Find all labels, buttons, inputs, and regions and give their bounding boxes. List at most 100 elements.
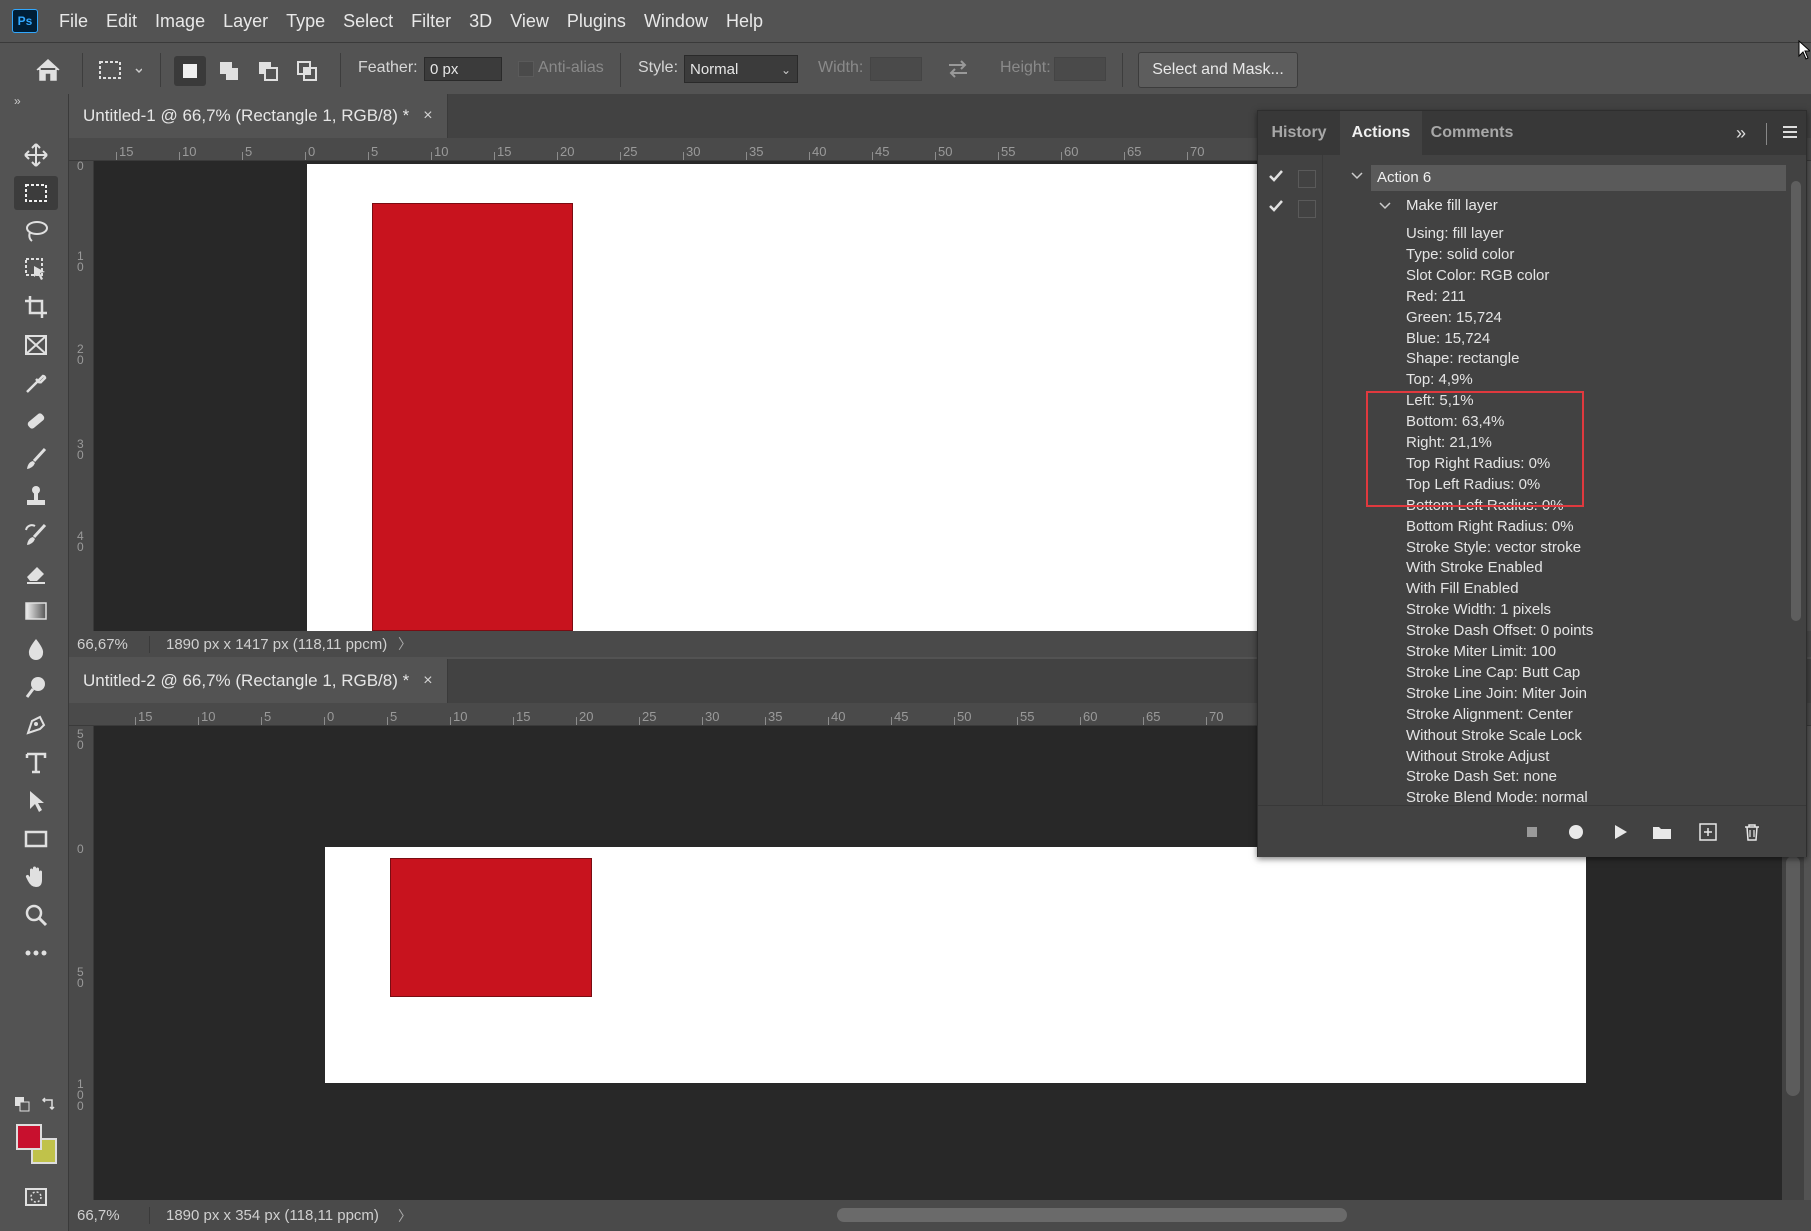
parameter-line[interactable]: Stroke Alignment: Center bbox=[1406, 706, 1573, 723]
tab-comments[interactable]: Comments bbox=[1422, 111, 1522, 155]
stop-icon[interactable] bbox=[1520, 820, 1544, 844]
menu-edit[interactable]: Edit bbox=[97, 0, 146, 42]
parameter-line[interactable]: Shape: rectangle bbox=[1406, 350, 1519, 367]
close-icon[interactable]: × bbox=[423, 107, 432, 125]
parameter-line[interactable]: Top: 4,9% bbox=[1406, 371, 1473, 388]
doc1-canvas[interactable] bbox=[307, 164, 1257, 631]
width-input[interactable] bbox=[870, 57, 922, 81]
zoom-tool-icon[interactable] bbox=[14, 898, 58, 932]
tab-actions[interactable]: Actions bbox=[1340, 111, 1422, 155]
type-tool-icon[interactable] bbox=[14, 746, 58, 780]
swap-colors-icon[interactable] bbox=[40, 1096, 56, 1117]
crop-tool-icon[interactable] bbox=[14, 290, 58, 324]
menu-plugins[interactable]: Plugins bbox=[558, 0, 635, 42]
foreground-color-swatch[interactable] bbox=[16, 1124, 42, 1150]
horizontal-scrollbar-thumb[interactable] bbox=[837, 1208, 1347, 1222]
photoshop-logo-icon[interactable]: Ps bbox=[12, 9, 38, 33]
dodge-tool-icon[interactable] bbox=[14, 670, 58, 704]
menu-type[interactable]: Type bbox=[277, 0, 334, 42]
doc2-tab[interactable]: Untitled-2 @ 66,7% (Rectangle 1, RGB/8) … bbox=[69, 659, 448, 703]
select-and-mask-button[interactable]: Select and Mask... bbox=[1138, 52, 1298, 88]
path-selection-tool-icon[interactable] bbox=[14, 784, 58, 818]
menu-help[interactable]: Help bbox=[717, 0, 772, 42]
checkmark-icon[interactable] bbox=[1268, 169, 1284, 188]
doc1-zoom-level[interactable]: 66,67% bbox=[69, 635, 150, 653]
style-select[interactable]: Normal ⌄ bbox=[684, 55, 798, 83]
object-selection-tool-icon[interactable] bbox=[14, 252, 58, 286]
new-selection-icon[interactable] bbox=[174, 56, 206, 86]
pen-tool-icon[interactable] bbox=[14, 708, 58, 742]
parameter-line[interactable]: With Fill Enabled bbox=[1406, 580, 1519, 597]
dialog-toggle-box[interactable] bbox=[1298, 200, 1316, 218]
scrollbar-thumb[interactable] bbox=[1786, 856, 1800, 1096]
feather-input[interactable]: 0 px bbox=[424, 57, 502, 81]
parameter-line[interactable]: Stroke Dash Set: none bbox=[1406, 768, 1557, 785]
brush-tool-icon[interactable] bbox=[14, 442, 58, 476]
menu-layer[interactable]: Layer bbox=[214, 0, 277, 42]
collapse-toolbox-icon[interactable]: » bbox=[14, 94, 21, 108]
parameter-line[interactable]: Stroke Line Join: Miter Join bbox=[1406, 685, 1587, 702]
parameter-line[interactable]: Type: solid color bbox=[1406, 246, 1514, 263]
healing-brush-tool-icon[interactable] bbox=[14, 404, 58, 438]
play-icon[interactable] bbox=[1608, 820, 1632, 844]
rectangular-marquee-tool-icon[interactable] bbox=[14, 176, 58, 210]
eyedropper-tool-icon[interactable] bbox=[14, 366, 58, 400]
panel-scrollbar[interactable] bbox=[1788, 161, 1804, 801]
parameter-line[interactable]: Stroke Width: 1 pixels bbox=[1406, 601, 1551, 618]
home-icon[interactable] bbox=[34, 57, 62, 88]
trash-icon[interactable] bbox=[1740, 820, 1764, 844]
parameter-line[interactable]: Stroke Miter Limit: 100 bbox=[1406, 643, 1556, 660]
chevron-down-icon[interactable] bbox=[1350, 169, 1364, 187]
checkmark-icon[interactable] bbox=[1268, 199, 1284, 218]
swap-width-height-icon[interactable] bbox=[946, 57, 970, 86]
clone-stamp-tool-icon[interactable] bbox=[14, 480, 58, 514]
parameter-line[interactable]: Using: fill layer bbox=[1406, 225, 1504, 242]
intersect-selection-icon[interactable] bbox=[291, 56, 323, 86]
parameter-line[interactable]: Stroke Style: vector stroke bbox=[1406, 539, 1581, 556]
add-to-selection-icon[interactable] bbox=[213, 56, 245, 86]
menu-3d[interactable]: 3D bbox=[460, 0, 501, 42]
new-action-icon[interactable] bbox=[1696, 820, 1720, 844]
rectangle-tool-icon[interactable] bbox=[14, 822, 58, 856]
expand-panel-icon[interactable]: » bbox=[1736, 123, 1746, 144]
quick-mask-icon[interactable] bbox=[14, 1180, 58, 1214]
chevron-down-icon[interactable] bbox=[1378, 199, 1392, 217]
doc1-red-rectangle[interactable] bbox=[372, 203, 573, 631]
subtract-from-selection-icon[interactable] bbox=[252, 56, 284, 86]
parameter-line[interactable]: Bottom Right Radius: 0% bbox=[1406, 518, 1574, 535]
menu-window[interactable]: Window bbox=[635, 0, 717, 42]
record-icon[interactable] bbox=[1564, 820, 1588, 844]
step-name[interactable]: Make fill layer bbox=[1406, 197, 1498, 214]
blur-tool-icon[interactable] bbox=[14, 632, 58, 666]
parameter-line[interactable]: Without Stroke Scale Lock bbox=[1406, 727, 1582, 744]
action-row[interactable]: Action 6 bbox=[1371, 165, 1786, 191]
parameter-line[interactable]: Green: 15,724 bbox=[1406, 309, 1502, 326]
menu-select[interactable]: Select bbox=[334, 0, 402, 42]
antialias-checkbox[interactable] bbox=[518, 61, 534, 77]
parameter-line[interactable]: Stroke Blend Mode: normal bbox=[1406, 789, 1588, 805]
parameter-line[interactable]: Blue: 15,724 bbox=[1406, 330, 1490, 347]
frame-tool-icon[interactable] bbox=[14, 328, 58, 362]
eraser-tool-icon[interactable] bbox=[14, 556, 58, 590]
parameter-line[interactable]: With Stroke Enabled bbox=[1406, 559, 1543, 576]
doc2-red-rectangle[interactable] bbox=[390, 858, 592, 997]
doc1-tab[interactable]: Untitled-1 @ 66,7% (Rectangle 1, RGB/8) … bbox=[69, 94, 448, 138]
menu-file[interactable]: File bbox=[50, 0, 97, 42]
default-colors-icon[interactable] bbox=[14, 1096, 30, 1117]
chevron-right-icon[interactable]: 〉 bbox=[398, 1206, 412, 1226]
folder-icon[interactable] bbox=[1650, 820, 1674, 844]
tab-history[interactable]: History bbox=[1258, 111, 1340, 155]
parameter-line[interactable]: Stroke Dash Offset: 0 points bbox=[1406, 622, 1593, 639]
scrollbar-thumb[interactable] bbox=[1791, 181, 1801, 621]
dialog-toggle-box[interactable] bbox=[1298, 170, 1316, 188]
chevron-right-icon[interactable]: 〉 bbox=[398, 634, 412, 654]
menu-image[interactable]: Image bbox=[146, 0, 214, 42]
doc2-zoom-level[interactable]: 66,7% bbox=[69, 1207, 150, 1224]
move-tool-icon[interactable] bbox=[14, 138, 58, 172]
more-tools-icon[interactable] bbox=[14, 936, 58, 970]
height-input[interactable] bbox=[1054, 57, 1106, 81]
marquee-preset-icon[interactable] bbox=[98, 59, 143, 88]
hand-tool-icon[interactable] bbox=[14, 860, 58, 894]
close-icon[interactable]: × bbox=[423, 672, 432, 690]
lasso-tool-icon[interactable] bbox=[14, 214, 58, 248]
